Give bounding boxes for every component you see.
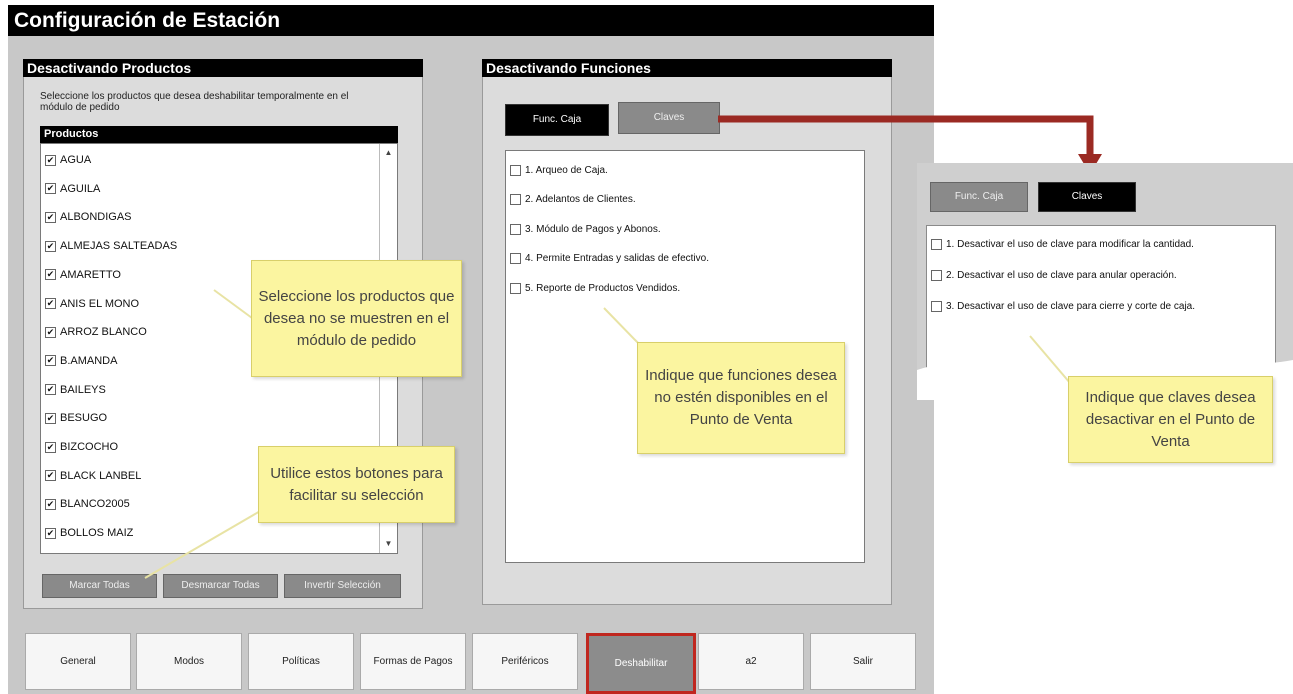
product-label: AGUILA xyxy=(60,182,101,195)
checkbox-icon[interactable] xyxy=(510,282,521,294)
checkbox-icon[interactable] xyxy=(510,223,521,235)
checkbox-checked-icon[interactable]: ✔ xyxy=(45,240,56,252)
tab-formas-de-pagos[interactable]: Formas de Pagos xyxy=(360,633,466,690)
tab-func-caja[interactable]: Func. Caja xyxy=(505,104,609,136)
product-label: ALBONDIGAS xyxy=(60,211,132,224)
product-item[interactable]: ✔ ALMEJAS SALTEADAS xyxy=(45,236,375,256)
product-label: AGUA xyxy=(60,154,92,166)
window-title: Configuración de Estación xyxy=(8,5,934,36)
inset-tab-func-caja[interactable]: Func. Caja xyxy=(930,182,1028,212)
inset-clave-item[interactable]: 1. Desactivar el uso de clave para modif… xyxy=(931,234,1194,254)
tab-perif-ricos[interactable]: Periféricos xyxy=(472,633,578,690)
tab-salir[interactable]: Salir xyxy=(810,633,916,690)
checkbox-checked-icon[interactable]: ✔ xyxy=(45,326,56,338)
scroll-up-icon[interactable]: ▲ xyxy=(380,146,397,160)
function-item[interactable]: 3. Módulo de Pagos y Abonos. xyxy=(510,219,661,239)
product-item[interactable]: ✔ AGUILA xyxy=(45,179,375,199)
inset-clave-item[interactable]: 2. Desactivar el uso de clave para anula… xyxy=(931,265,1177,285)
note-functions: Indique que funciones desea no estén dis… xyxy=(637,342,845,454)
products-panel-header: Desactivando Productos xyxy=(23,59,423,77)
product-label: BLACK LANBEL xyxy=(60,469,142,482)
checkbox-icon[interactable] xyxy=(931,238,942,250)
tab-general[interactable]: General xyxy=(25,633,131,690)
checkbox-checked-icon[interactable]: ✔ xyxy=(45,441,56,453)
product-label: AMARETTO xyxy=(60,268,121,281)
checkbox-icon[interactable] xyxy=(510,253,521,264)
checkbox-checked-icon[interactable]: ✔ xyxy=(45,412,56,424)
product-label: ANIS EL MONO xyxy=(60,297,140,310)
product-item[interactable]: ✔ AGUA xyxy=(45,150,375,170)
checkbox-checked-icon[interactable]: ✔ xyxy=(45,183,56,195)
checkbox-icon[interactable] xyxy=(931,300,942,312)
tab-a2[interactable]: a2 xyxy=(698,633,804,690)
functions-panel-header: Desactivando Funciones xyxy=(482,59,892,77)
product-label: BOLLOS MAIZ xyxy=(60,527,134,540)
function-label: 5. Reporte de Productos Vendidos. xyxy=(525,282,681,294)
products-description: Seleccione los productos que desea desha… xyxy=(40,91,349,113)
checkbox-checked-icon[interactable]: ✔ xyxy=(45,154,56,166)
product-label: ARROZ BLANCO xyxy=(60,326,147,339)
product-label: BAILEYS xyxy=(60,383,106,396)
product-item[interactable]: ✔ BAILEYS xyxy=(45,380,375,400)
checkbox-checked-icon[interactable]: ✔ xyxy=(45,498,56,510)
checkbox-checked-icon[interactable]: ✔ xyxy=(45,384,56,396)
inset-clave-item[interactable]: 3. Desactivar el uso de clave para cierr… xyxy=(931,296,1195,316)
checkbox-checked-icon[interactable]: ✔ xyxy=(45,355,56,367)
product-item[interactable]: ✔ BOLLOS MAIZ xyxy=(45,523,375,543)
inset-tab-claves[interactable]: Claves xyxy=(1038,182,1136,212)
function-item[interactable]: 4. Permite Entradas y salidas de efectiv… xyxy=(510,249,709,269)
note-products: Seleccione los productos que desea no se… xyxy=(251,260,462,377)
product-item[interactable]: ✔ ALBONDIGAS xyxy=(45,207,375,227)
clave-label: 1. Desactivar el uso de clave para modif… xyxy=(946,238,1194,250)
product-label: B.AMANDA xyxy=(60,354,118,367)
checkbox-checked-icon[interactable]: ✔ xyxy=(45,527,56,539)
scroll-down-icon[interactable]: ▼ xyxy=(380,537,397,551)
checkbox-icon[interactable] xyxy=(510,194,521,205)
checkbox-icon[interactable] xyxy=(931,269,942,281)
mark-all-button[interactable]: Marcar Todas xyxy=(42,574,157,598)
checkbox-checked-icon[interactable]: ✔ xyxy=(45,269,56,281)
tab-deshabilitar[interactable]: Deshabilitar xyxy=(586,633,696,694)
product-item[interactable]: ✔ BESUGO xyxy=(45,408,375,428)
clave-label: 2. Desactivar el uso de clave para anula… xyxy=(946,269,1177,281)
function-label: 3. Módulo de Pagos y Abonos. xyxy=(525,223,661,235)
product-label: ALMEJAS SALTEADAS xyxy=(60,240,178,253)
function-item[interactable]: 1. Arqueo de Caja. xyxy=(510,160,608,180)
checkbox-checked-icon[interactable]: ✔ xyxy=(45,470,56,482)
function-label: 2. Adelantos de Clientes. xyxy=(525,194,636,205)
tab-pol-ticas[interactable]: Políticas xyxy=(248,633,354,690)
function-label: 1. Arqueo de Caja. xyxy=(525,164,608,176)
product-label: BIZCOCHO xyxy=(60,441,119,453)
note-keys: Indique que claves desea desactivar en e… xyxy=(1068,376,1273,463)
unmark-all-button[interactable]: Desmarcar Todas xyxy=(163,574,278,598)
function-label: 4. Permite Entradas y salidas de efectiv… xyxy=(525,253,709,264)
products-list-header: Productos xyxy=(40,126,398,143)
function-item[interactable]: 2. Adelantos de Clientes. xyxy=(510,190,636,210)
product-label: BLANCO2005 xyxy=(60,498,130,511)
checkbox-checked-icon[interactable]: ✔ xyxy=(45,298,56,309)
clave-label: 3. Desactivar el uso de clave para cierr… xyxy=(946,300,1196,312)
function-item[interactable]: 5. Reporte de Productos Vendidos. xyxy=(510,278,680,298)
product-label: BESUGO xyxy=(60,412,108,425)
invert-selection-button[interactable]: Invertir Selección xyxy=(284,574,401,598)
tab-modos[interactable]: Modos xyxy=(136,633,242,690)
checkbox-checked-icon[interactable]: ✔ xyxy=(45,211,56,223)
tab-claves[interactable]: Claves xyxy=(618,102,720,134)
note-buttons: Utilice estos botones para facilitar su … xyxy=(258,446,455,523)
checkbox-icon[interactable] xyxy=(510,164,521,176)
